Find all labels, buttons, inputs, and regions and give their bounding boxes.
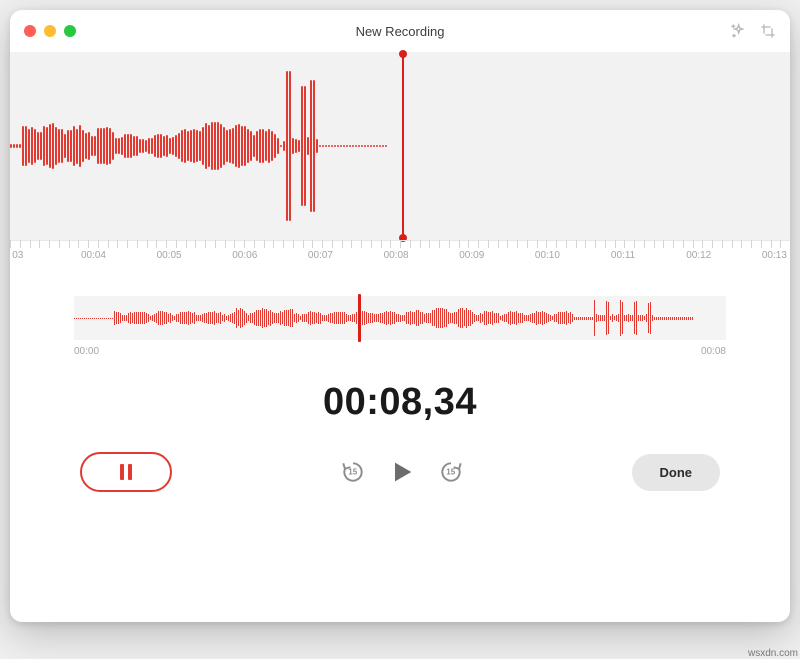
overview-section: 00:00 00:08 xyxy=(10,278,790,357)
ruler-label: 00:08 xyxy=(384,250,409,261)
minimize-button[interactable] xyxy=(44,25,56,37)
toolbar-actions xyxy=(730,23,776,39)
elapsed-time: 00:08,34 xyxy=(10,381,790,424)
ruler-label: 00:05 xyxy=(157,250,182,261)
ruler-label: 00:10 xyxy=(535,250,560,261)
skip-back-button[interactable]: 15 xyxy=(340,459,366,485)
overview-playhead[interactable] xyxy=(358,294,361,342)
maximize-button[interactable] xyxy=(64,25,76,37)
playhead[interactable] xyxy=(402,52,404,240)
ruler-label: 00:04 xyxy=(81,250,106,261)
timeline-ruler[interactable]: 03 00:04 00:05 00:06 00:07 00:08 00:09 00:10 00:… xyxy=(10,240,790,278)
skip-forward-button[interactable]: 15 xyxy=(438,459,464,485)
overview-start-label: 00:00 xyxy=(74,346,99,357)
ruler-label: 00:11 xyxy=(611,250,635,261)
overview-bars xyxy=(74,296,726,340)
window-controls xyxy=(24,25,76,37)
ruler-label: 00:13 xyxy=(762,250,787,261)
close-button[interactable] xyxy=(24,25,36,37)
ruler-label: 00:12 xyxy=(686,250,711,261)
controls-row: 15 15 Done xyxy=(10,434,790,522)
playback-controls: 15 15 xyxy=(340,458,464,486)
enhance-icon[interactable] xyxy=(730,23,746,39)
timer-section: 00:08,34 xyxy=(10,357,790,434)
waveform-bars xyxy=(10,52,390,240)
ruler-label: 03 xyxy=(12,250,23,261)
overview-end-label: 00:08 xyxy=(701,346,726,357)
play-button[interactable] xyxy=(388,458,416,486)
waveform-main[interactable] xyxy=(10,52,790,240)
waveform-overview[interactable] xyxy=(74,296,726,340)
playhead-handle-top-icon[interactable] xyxy=(399,50,407,58)
ruler-label: 00:09 xyxy=(459,250,484,261)
done-button[interactable]: Done xyxy=(632,454,721,491)
voice-memos-window: New Recording 03 00:04 00:05 00:06 00:07 00:0… xyxy=(10,10,790,622)
pause-record-button[interactable] xyxy=(80,452,172,492)
titlebar: New Recording xyxy=(10,10,790,52)
source-credit: wsxdn.com xyxy=(748,648,798,659)
pause-icon xyxy=(120,464,132,480)
trim-icon[interactable] xyxy=(760,23,776,39)
overview-labels: 00:00 00:08 xyxy=(74,340,726,357)
play-icon xyxy=(388,458,416,486)
ruler-label: 00:07 xyxy=(308,250,333,261)
ruler-label: 00:06 xyxy=(232,250,257,261)
window-title: New Recording xyxy=(10,24,790,39)
